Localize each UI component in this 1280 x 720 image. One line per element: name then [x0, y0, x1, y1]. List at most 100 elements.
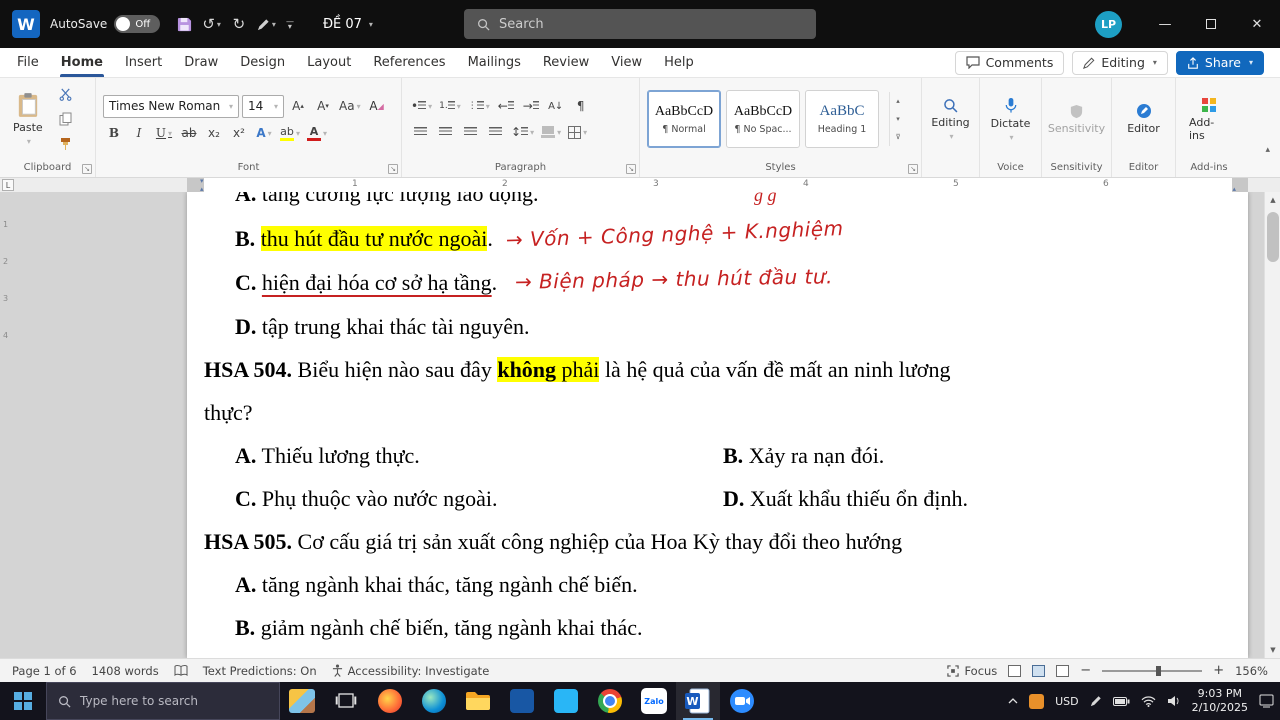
- font-color-button[interactable]: A ▾: [305, 123, 329, 144]
- search-highlights-button[interactable]: [280, 682, 324, 720]
- shrink-font-button[interactable]: A ▾: [312, 96, 334, 117]
- copy-button[interactable]: [55, 109, 77, 130]
- format-painter-button[interactable]: [55, 134, 77, 155]
- tray-app-orange[interactable]: [1029, 693, 1045, 709]
- vertical-scrollbar[interactable]: ▲ ▼: [1264, 192, 1280, 658]
- start-button[interactable]: [0, 682, 46, 720]
- align-left-button[interactable]: [409, 122, 431, 143]
- tab-view[interactable]: View: [600, 48, 653, 77]
- tab-mailings[interactable]: Mailings: [457, 48, 532, 77]
- right-indent-marker[interactable]: ▴: [1232, 185, 1236, 193]
- styles-scroll-up[interactable]: ▴: [890, 92, 906, 110]
- multilevel-list-button[interactable]: ⋮ ▾: [466, 96, 492, 117]
- tab-insert[interactable]: Insert: [114, 48, 173, 77]
- bold-button[interactable]: B: [103, 123, 125, 144]
- style-no-spacing[interactable]: AaBbCcD ¶ No Spac...: [726, 90, 800, 148]
- save-button[interactable]: [172, 10, 196, 38]
- print-layout-button[interactable]: [1032, 664, 1046, 677]
- redo-button[interactable]: ↻: [227, 10, 251, 38]
- tab-review[interactable]: Review: [532, 48, 600, 77]
- scrollbar-thumb[interactable]: [1267, 212, 1279, 262]
- undo-button[interactable]: ↺ ▾: [199, 10, 224, 38]
- addins-button[interactable]: Add-ins: [1183, 95, 1235, 144]
- numbering-button[interactable]: 1. ▾: [437, 96, 463, 117]
- grow-font-button[interactable]: A ▴: [287, 96, 309, 117]
- tab-references[interactable]: References: [362, 48, 456, 77]
- strikethrough-button[interactable]: ab: [178, 123, 200, 144]
- page-indicator[interactable]: Page 1 of 6: [12, 664, 77, 678]
- font-size-combo[interactable]: 14 ▾: [242, 94, 284, 118]
- user-avatar[interactable]: LP: [1095, 10, 1122, 38]
- network-status[interactable]: [1141, 695, 1156, 707]
- zoom-in-button[interactable]: +: [1213, 663, 1224, 678]
- underline-button[interactable]: U ▾: [153, 123, 175, 144]
- style-normal[interactable]: AaBbCcD ¶ Normal: [647, 90, 721, 148]
- read-mode-button[interactable]: [1008, 664, 1022, 677]
- zoom-level[interactable]: 156%: [1235, 664, 1268, 678]
- clear-formatting-button[interactable]: A ◢: [366, 96, 388, 117]
- highlight-color-button[interactable]: ab ▾: [278, 123, 302, 144]
- maximize-button[interactable]: [1188, 0, 1234, 48]
- zoom-slider-thumb[interactable]: [1156, 665, 1162, 676]
- styles-gallery-expand[interactable]: ⊽: [890, 128, 906, 146]
- tab-help[interactable]: Help: [653, 48, 705, 77]
- focus-mode-button[interactable]: Focus: [947, 664, 997, 678]
- tab-draw[interactable]: Draw: [173, 48, 229, 77]
- autosave-toggle[interactable]: AutoSave Off: [50, 15, 161, 33]
- taskbar-chrome[interactable]: [588, 682, 632, 720]
- document-page[interactable]: A. tăng cường lực lượng lao động. g g B.…: [187, 192, 1248, 658]
- paragraph-dialog-launcher[interactable]: ↘: [626, 164, 636, 174]
- scroll-down-button[interactable]: ▼: [1265, 642, 1280, 658]
- show-formatting-marks-button[interactable]: ¶: [570, 96, 592, 117]
- editing-mode-button[interactable]: Editing ▾: [1072, 50, 1168, 75]
- taskbar-search[interactable]: Type here to search: [46, 682, 280, 720]
- styles-scroll-down[interactable]: ▾: [890, 110, 906, 128]
- style-heading-1[interactable]: AaBbC Heading 1: [805, 90, 879, 148]
- taskbar-app-lightblue[interactable]: [544, 682, 588, 720]
- hidden-icons-button[interactable]: [1008, 698, 1018, 704]
- borders-button[interactable]: ▾: [566, 122, 589, 143]
- scroll-up-button[interactable]: ▲: [1265, 192, 1280, 208]
- hanging-indent-marker[interactable]: ▴: [200, 185, 204, 193]
- line-spacing-button[interactable]: ↕ ▾: [509, 122, 536, 143]
- increase-indent-button[interactable]: →: [520, 96, 542, 117]
- tab-file[interactable]: File: [6, 48, 50, 77]
- align-right-button[interactable]: [459, 122, 481, 143]
- shading-button[interactable]: ▾: [539, 122, 563, 143]
- styles-dialog-launcher[interactable]: ↘: [908, 164, 918, 174]
- titlebar-search[interactable]: Search: [464, 9, 816, 39]
- text-predictions[interactable]: Text Predictions: On: [203, 664, 317, 678]
- tab-home[interactable]: Home: [50, 48, 114, 77]
- clipboard-dialog-launcher[interactable]: ↘: [82, 164, 92, 174]
- word-app-icon[interactable]: W: [12, 10, 40, 38]
- zoom-slider[interactable]: [1102, 665, 1203, 676]
- word-count[interactable]: 1408 words: [92, 664, 159, 678]
- zoom-out-button[interactable]: −: [1080, 663, 1091, 678]
- vertical-ruler[interactable]: 1 2 3 4: [0, 192, 14, 658]
- pen-settings-button[interactable]: [1090, 695, 1102, 707]
- tab-layout[interactable]: Layout: [296, 48, 362, 77]
- taskbar-zoom[interactable]: [720, 682, 764, 720]
- dictate-button[interactable]: Dictate ▾: [985, 95, 1037, 144]
- paste-button[interactable]: Paste ▾: [7, 90, 49, 148]
- italic-button[interactable]: I: [128, 123, 150, 144]
- taskbar-zalo[interactable]: Zalo: [632, 682, 676, 720]
- currency-indicator[interactable]: USD: [1055, 695, 1079, 708]
- justify-button[interactable]: [484, 122, 506, 143]
- change-case-button[interactable]: Aa ▾: [337, 96, 363, 117]
- comments-button[interactable]: Comments: [954, 50, 1065, 75]
- bullets-button[interactable]: • ▾: [409, 96, 434, 117]
- sort-button[interactable]: A↓: [545, 96, 567, 117]
- horizontal-ruler[interactable]: L 1 2 3 4 5 6 ▾ ▴ ▴: [0, 177, 1280, 193]
- close-button[interactable]: ✕: [1234, 0, 1280, 48]
- web-layout-button[interactable]: [1056, 664, 1070, 677]
- taskbar-edge[interactable]: [412, 682, 456, 720]
- text-effects-button[interactable]: A ▾: [253, 123, 275, 144]
- font-dialog-launcher[interactable]: ↘: [388, 164, 398, 174]
- battery-status[interactable]: [1112, 696, 1130, 706]
- pen-tool-button[interactable]: ▾: [254, 10, 279, 38]
- align-center-button[interactable]: [434, 122, 456, 143]
- task-view-button[interactable]: [324, 682, 368, 720]
- first-line-indent-marker[interactable]: ▾: [200, 177, 204, 185]
- autosave-switch[interactable]: Off: [114, 15, 161, 33]
